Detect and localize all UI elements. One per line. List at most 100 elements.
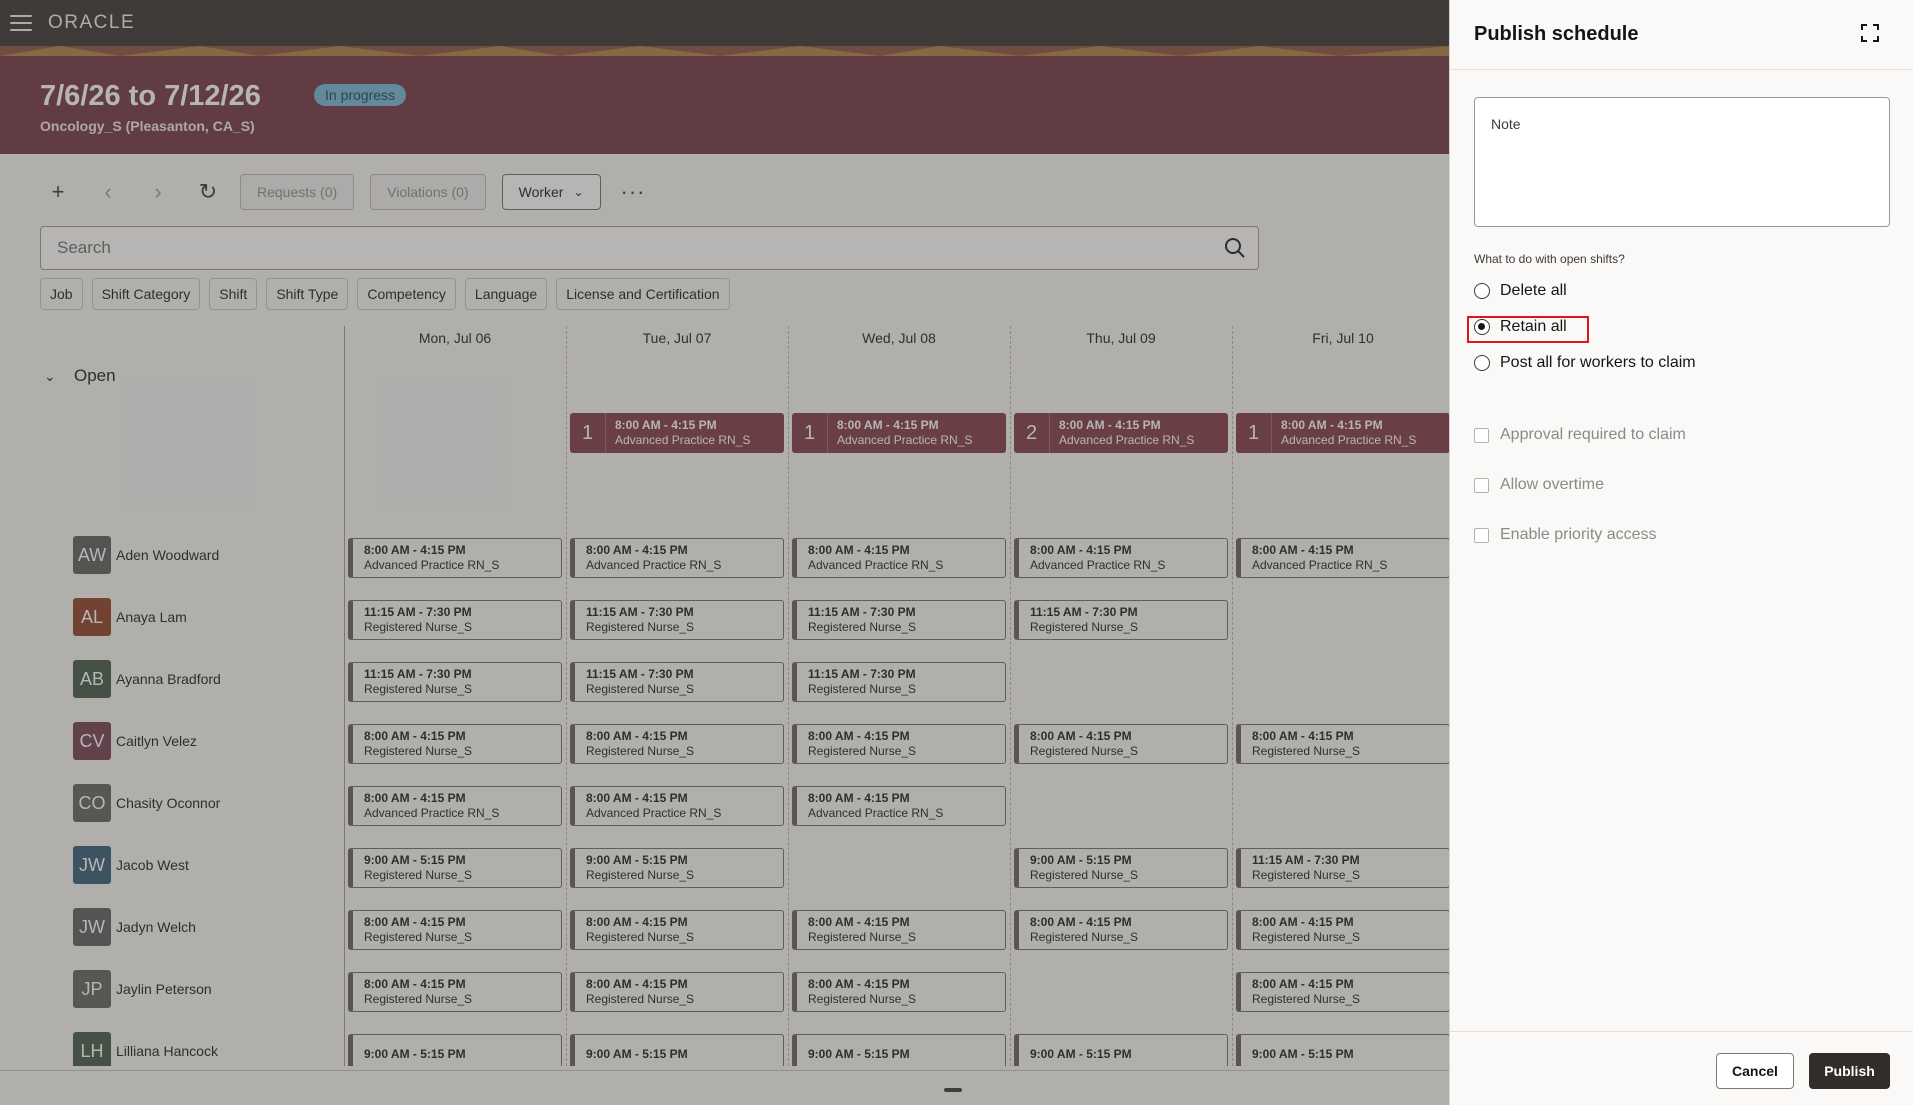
worker-name: Lilliana Hancock [116,1043,218,1059]
drag-handle[interactable] [944,1088,962,1092]
view-select[interactable]: Worker ⌄ [501,174,601,210]
shift-card[interactable]: 8:00 AM - 4:15 PM Registered Nurse_S [792,724,1006,764]
shift-card[interactable]: 9:00 AM - 5:15 PM [1014,1034,1228,1066]
checkbox-box[interactable] [1474,527,1489,543]
shift-job: Registered Nurse_S [364,620,473,634]
shift-time: 8:00 AM - 4:15 PM [586,729,688,743]
shift-card[interactable]: 9:00 AM - 5:15 PM [348,1034,562,1066]
radio-circle[interactable] [1474,283,1490,299]
shift-card[interactable]: 9:00 AM - 5:15 PM [1236,1034,1449,1066]
shift-card[interactable]: 11:15 AM - 7:30 PM Registered Nurse_S [792,600,1006,640]
filter-chip-competency[interactable]: Competency [357,278,456,310]
schedule-app: ORACLE 7/6/26 to 7/12/26 In progress Onc… [0,0,1449,1105]
cancel-button[interactable]: Cancel [1716,1053,1794,1089]
shift-card[interactable]: 11:15 AM - 7:30 PM Registered Nurse_S [570,662,784,702]
search-icon[interactable] [1224,237,1246,259]
filter-chip-shift[interactable]: Shift [209,278,258,310]
shift-card[interactable]: 8:00 AM - 4:15 PM Registered Nurse_S [348,972,562,1012]
filter-chip-shift-type[interactable]: Shift Type [266,278,349,310]
worker-row-label[interactable]: JP Jaylin Peterson [73,970,212,1008]
shift-card[interactable]: 9:00 AM - 5:15 PM Registered Nurse_S [570,848,784,888]
open-shift-count: 2 [1014,413,1050,453]
checkbox-box[interactable] [1474,427,1489,443]
shift-card[interactable]: 8:00 AM - 4:15 PM Registered Nurse_S [570,910,784,950]
radio-post-all[interactable]: Post all for workers to claim [1474,354,1696,372]
shift-time: 8:00 AM - 4:15 PM [364,729,466,743]
violations-button[interactable]: Violations (0) [370,174,486,210]
radio-delete-all[interactable]: Delete all [1474,282,1567,300]
shift-card[interactable]: 8:00 AM - 4:15 PM Advanced Practice RN_S [348,538,562,578]
menu-icon[interactable] [10,15,32,31]
shift-card[interactable]: 9:00 AM - 5:15 PM [792,1034,1006,1066]
note-field[interactable]: Note [1474,97,1890,227]
shift-card[interactable]: 8:00 AM - 4:15 PM Registered Nurse_S [1014,910,1228,950]
shift-card[interactable]: 8:00 AM - 4:15 PM Registered Nurse_S [570,724,784,764]
shift-card[interactable]: 8:00 AM - 4:15 PM Registered Nurse_S [792,972,1006,1012]
shift-card[interactable]: 11:15 AM - 7:30 PM Registered Nurse_S [1014,600,1228,640]
open-shift-card[interactable]: 1 8:00 AM - 4:15 PM Advanced Practice RN_S [1236,413,1449,453]
publish-button[interactable]: Publish [1809,1053,1890,1089]
shift-time: 8:00 AM - 4:15 PM [364,977,466,991]
worker-row-label[interactable]: AL Anaya Lam [73,598,187,636]
open-shift-card[interactable]: 1 8:00 AM - 4:15 PM Advanced Practice RN_S [792,413,1006,453]
shift-card[interactable]: 8:00 AM - 4:15 PM Advanced Practice RN_S [1236,538,1449,578]
open-shift-card[interactable]: 2 8:00 AM - 4:15 PM Advanced Practice RN_S [1014,413,1228,453]
shift-card[interactable]: 11:15 AM - 7:30 PM Registered Nurse_S [792,662,1006,702]
open-section-header[interactable]: ⌄ Open [44,366,116,386]
shift-card[interactable]: 9:00 AM - 5:15 PM Registered Nurse_S [1014,848,1228,888]
shift-card[interactable]: 8:00 AM - 4:15 PM Registered Nurse_S [1014,724,1228,764]
expand-icon[interactable] [1861,24,1879,42]
checkbox-priority-access[interactable]: Enable priority access [1474,526,1657,544]
shift-card[interactable]: 9:00 AM - 5:15 PM [570,1034,784,1066]
chevron-left-icon[interactable]: ‹ [90,174,126,210]
filter-chip-shift-category[interactable]: Shift Category [91,278,201,310]
radio-label: Post all for workers to claim [1500,354,1696,371]
shift-card[interactable]: 8:00 AM - 4:15 PM Advanced Practice RN_S [792,786,1006,826]
more-icon[interactable]: ··· [621,179,646,205]
worker-row-label[interactable]: CV Caitlyn Velez [73,722,197,760]
filter-chip-language[interactable]: Language [464,278,548,310]
plus-icon[interactable]: + [40,174,76,210]
worker-row-label[interactable]: AB Ayanna Bradford [73,660,221,698]
shift-card[interactable]: 8:00 AM - 4:15 PM Registered Nurse_S [1236,972,1449,1012]
worker-row-label[interactable]: JW Jacob West [73,846,189,884]
shift-card[interactable]: 11:15 AM - 7:30 PM Registered Nurse_S [570,600,784,640]
refresh-icon[interactable]: ↻ [190,174,226,210]
shift-card[interactable]: 8:00 AM - 4:15 PM Registered Nurse_S [792,910,1006,950]
search-input[interactable]: Search [40,226,1259,270]
worker-row-label[interactable]: AW Aden Woodward [73,536,219,574]
shift-card[interactable]: 8:00 AM - 4:15 PM Registered Nurse_S [348,910,562,950]
filter-chip-license[interactable]: License and Certification [556,278,730,310]
shift-time: 11:15 AM - 7:30 PM [364,667,472,681]
shift-card[interactable]: 8:00 AM - 4:15 PM Advanced Practice RN_S [570,786,784,826]
requests-button[interactable]: Requests (0) [240,174,355,210]
shift-card[interactable]: 8:00 AM - 4:15 PM Registered Nurse_S [1236,910,1449,950]
worker-row-label[interactable]: CO Chasity Oconnor [73,784,220,822]
shift-card[interactable]: 8:00 AM - 4:15 PM Advanced Practice RN_S [792,538,1006,578]
shift-time: 9:00 AM - 5:15 PM [586,1046,688,1061]
checkbox-approval-required[interactable]: Approval required to claim [1474,426,1686,444]
shift-card[interactable]: 11:15 AM - 7:30 PM Registered Nurse_S [1236,848,1449,888]
shift-card[interactable]: 8:00 AM - 4:15 PM Advanced Practice RN_S [1014,538,1228,578]
shift-card[interactable]: 9:00 AM - 5:15 PM Registered Nurse_S [348,848,562,888]
shift-card[interactable]: 11:15 AM - 7:30 PM Registered Nurse_S [348,662,562,702]
worker-row-label[interactable]: JW Jadyn Welch [73,908,196,946]
shift-card[interactable]: 8:00 AM - 4:15 PM Registered Nurse_S [570,972,784,1012]
filter-chip-job[interactable]: Job [40,278,83,310]
shift-card[interactable]: 8:00 AM - 4:15 PM Advanced Practice RN_S [348,786,562,826]
shift-card[interactable]: 8:00 AM - 4:15 PM Registered Nurse_S [1236,724,1449,764]
toolbar: + ‹ › ↻ Requests (0) Violations (0) Work… [40,174,646,210]
avatar: AL [73,598,111,636]
date-range-title: 7/6/26 to 7/12/26 [40,80,261,112]
open-shift-card[interactable]: 1 8:00 AM - 4:15 PM Advanced Practice RN_S [570,413,784,453]
worker-row-label[interactable]: LH Lilliana Hancock [73,1032,218,1066]
day-header: Mon, Jul 06 [418,330,492,346]
shift-card[interactable]: 11:15 AM - 7:30 PM Registered Nurse_S [348,600,562,640]
checkbox-box[interactable] [1474,477,1489,493]
radio-circle[interactable] [1474,355,1490,371]
shift-card[interactable]: 8:00 AM - 4:15 PM Advanced Practice RN_S [570,538,784,578]
shift-card[interactable]: 8:00 AM - 4:15 PM Registered Nurse_S [348,724,562,764]
open-shift-time: 8:00 AM - 4:15 PM [837,418,939,432]
chevron-right-icon[interactable]: › [140,174,176,210]
checkbox-allow-overtime[interactable]: Allow overtime [1474,476,1604,494]
